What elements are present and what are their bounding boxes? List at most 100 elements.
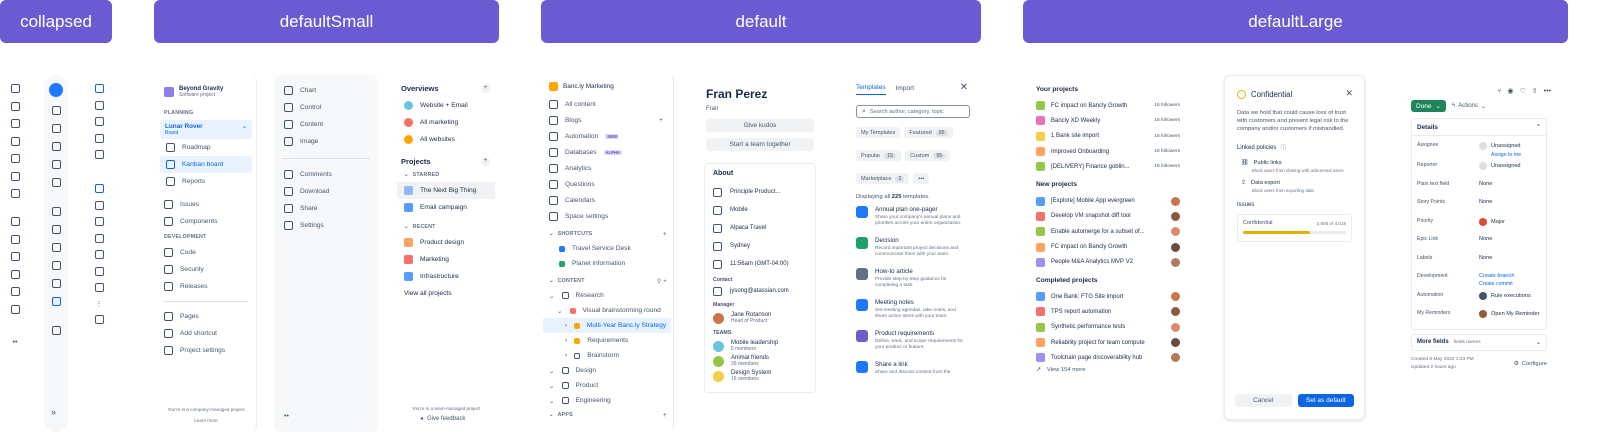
project-row[interactable]: Improved Onboarding 18 followers [1032, 144, 1184, 159]
expand-icon[interactable]: » [51, 407, 56, 417]
deploy-icon[interactable] [51, 261, 61, 270]
nav-blogs[interactable]: Blogs + [543, 112, 673, 128]
project-row[interactable]: [Explore] Mobile App evergreen [1032, 193, 1184, 208]
chart-icon[interactable] [10, 84, 20, 93]
set-as-default-button[interactable]: Set as default [1297, 394, 1354, 407]
project-row[interactable]: Develop VM snapshot diff tool [1032, 209, 1184, 224]
nav-download[interactable]: Download [274, 183, 378, 200]
project-row[interactable]: One Bank: FTG Site import [1032, 289, 1184, 304]
view-more-link[interactable]: ↗ View 154 more [1032, 365, 1184, 375]
team-item[interactable]: Mobile leadership 5 members [713, 340, 807, 352]
nav-project-settings[interactable]: Project settings [156, 342, 256, 359]
space-header[interactable]: Banc.ly Marketing [543, 75, 673, 96]
share-icon[interactable]: ⇧ [1532, 87, 1538, 95]
add-app-icon[interactable]: + [663, 412, 667, 419]
home-icon[interactable] [94, 100, 104, 110]
field-row[interactable]: Plain text field None [1417, 177, 1541, 196]
more-fields-section[interactable]: More fields fields names ⌄ [1411, 333, 1547, 351]
component-icon[interactable] [94, 233, 104, 243]
star-icon[interactable] [94, 150, 104, 159]
chip-my-templates[interactable]: My Templates [856, 127, 901, 138]
starred-item[interactable]: The Next Big Thing [397, 182, 495, 199]
filter-icon[interactable] [94, 200, 104, 210]
nav-all-content[interactable]: All content [543, 96, 673, 112]
pages-icon[interactable] [94, 250, 104, 259]
recent-item[interactable]: Marketing [394, 251, 498, 268]
toggle-icon[interactable] [51, 178, 61, 187]
pen-icon[interactable] [10, 119, 20, 128]
field-row[interactable]: Priority Major [1417, 214, 1541, 233]
eye-icon[interactable]: ◉ [1507, 87, 1513, 95]
nav-control[interactable]: Control [274, 99, 378, 116]
starred-item[interactable]: Email campaign [394, 199, 498, 216]
status-dropdown[interactable]: Done ⌄ [1411, 100, 1446, 112]
tree-item[interactable]: ⌄ Visual brainstorming round [543, 303, 673, 318]
camera-icon[interactable] [10, 287, 20, 296]
settings-icon[interactable] [51, 326, 61, 335]
tree-item[interactable]: ⌄ Product [543, 378, 673, 393]
monitor-icon[interactable] [94, 266, 104, 276]
template-item[interactable]: Product requirements Define, track, and s… [856, 329, 966, 352]
add-overview-button[interactable]: + [481, 84, 490, 93]
project-header[interactable]: Beyond Gravity Software project [156, 75, 256, 106]
cancel-button[interactable]: Cancel [1235, 394, 1292, 407]
configure-button[interactable]: ⚙ Configure [1514, 361, 1547, 367]
merge-icon[interactable] [51, 142, 61, 151]
nav-components[interactable]: Components [156, 213, 256, 230]
nav-calendars[interactable]: Calendars [543, 192, 673, 208]
tree-item[interactable]: › Requirements [543, 333, 673, 348]
nav-space-settings[interactable]: Space settings [543, 208, 673, 224]
tree-item[interactable]: ⌄ Research [543, 288, 673, 303]
pull-request-icon[interactable] [51, 243, 61, 252]
give-feedback-button[interactable]: ◂ Give feedback [420, 415, 465, 423]
project-row[interactable]: [DELIVERY] Finance goblin... 18 followers [1032, 159, 1184, 174]
nav-reports[interactable]: Reports [156, 173, 256, 190]
project-row[interactable]: 1 Bank site import 18 followers [1032, 129, 1184, 144]
nav-chart[interactable]: Chart [274, 82, 378, 99]
board-icon[interactable] [51, 106, 61, 115]
upload-icon[interactable] [10, 269, 20, 279]
template-item[interactable]: How-to article Provide step-by-step guida… [856, 267, 966, 290]
field-row[interactable]: Reporter Unassigned [1417, 158, 1541, 177]
text-icon[interactable] [10, 136, 20, 146]
app-logo-icon[interactable] [49, 83, 63, 97]
overview-item[interactable]: Website + Email [394, 97, 498, 114]
filter-icon[interactable] [10, 101, 20, 111]
calendar-icon[interactable] [94, 217, 104, 226]
comment-icon[interactable] [10, 217, 20, 226]
more-icon[interactable]: ⋮ [96, 300, 103, 308]
nav-roadmap[interactable]: Roadmap [156, 139, 256, 156]
branch-icon[interactable]: ⑂ [1497, 88, 1501, 95]
nav-pages[interactable]: Pages [156, 308, 256, 325]
download-icon[interactable] [10, 234, 20, 244]
tree-item[interactable]: ⌄ Engineering [543, 393, 673, 408]
more-chips-button[interactable]: ••• [913, 173, 930, 184]
clock-icon[interactable] [94, 133, 104, 143]
nav-content[interactable]: Content [274, 116, 378, 133]
chip-custom[interactable]: Custom 95 [905, 150, 951, 161]
fork-icon[interactable] [51, 160, 61, 169]
project-row[interactable]: Enable automerge for a subset of... [1032, 224, 1184, 239]
nav-releases[interactable]: Releases [156, 278, 256, 295]
team-item[interactable]: Animal friends 26 members [713, 355, 807, 367]
template-item[interactable]: Decision Record important project decisio… [856, 236, 966, 259]
nav-code[interactable]: Code [156, 244, 256, 261]
nav-databases[interactable]: Databases ALPHA [543, 144, 673, 160]
project-row[interactable]: Bancly XD Weekly 18 followers [1032, 113, 1184, 128]
field-row[interactable]: Story Points None [1417, 195, 1541, 214]
search-input[interactable]: ⌕ Search author, category, topic [856, 105, 970, 118]
overview-item[interactable]: All websites [394, 131, 498, 148]
nav-settings[interactable]: Settings [274, 217, 378, 234]
field-row[interactable]: My Reminders Open My Reminder [1417, 306, 1541, 325]
template-item[interactable]: Annual plan one-pager Share your company'… [856, 206, 966, 228]
nav-comments[interactable]: Comments [274, 166, 378, 183]
project-row[interactable]: Synthetic performance tests [1032, 320, 1184, 335]
image-icon[interactable] [10, 171, 20, 181]
tab-templates[interactable]: Templates [856, 84, 886, 95]
settings-icon[interactable] [10, 304, 20, 314]
nav-issues[interactable]: Issues [156, 196, 256, 213]
learn-more-link[interactable]: Learn more [156, 418, 256, 423]
shortcut-item[interactable]: Planet information [543, 256, 673, 271]
share-icon[interactable] [10, 252, 20, 261]
shortcut-item[interactable]: Travel Service Desk [543, 241, 673, 256]
